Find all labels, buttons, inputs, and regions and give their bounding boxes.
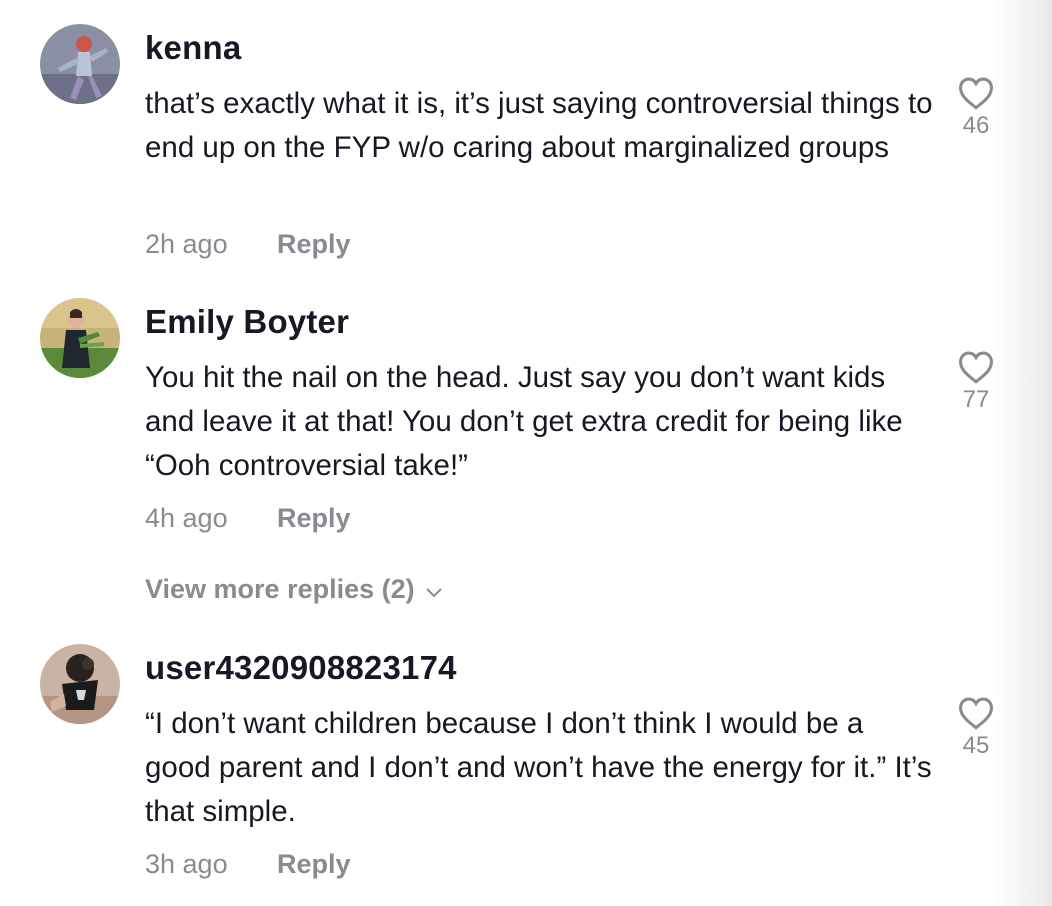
comment-text: that’s exactly what it is, it’s just say… xyxy=(145,87,933,164)
username[interactable]: kenna xyxy=(145,29,241,67)
avatar[interactable] xyxy=(40,298,120,378)
heart-outline-icon xyxy=(958,697,994,730)
like-count: 77 xyxy=(962,386,990,413)
timestamp: 2h ago xyxy=(145,229,228,259)
comment-meta: 2h ago Reply xyxy=(145,229,351,260)
comment-text: You hit the nail on the head. Just say y… xyxy=(145,361,903,482)
view-more-replies-button[interactable]: View more replies (2) xyxy=(145,574,443,606)
timestamp: 4h ago xyxy=(145,503,228,533)
like-button[interactable]: 46 xyxy=(950,76,1002,140)
like-button[interactable]: 45 xyxy=(950,696,1002,760)
heart-outline-icon xyxy=(958,351,994,384)
reply-button[interactable]: Reply xyxy=(277,849,351,879)
comment-meta: 3h ago Reply xyxy=(145,849,351,880)
comment-meta: 4h ago Reply xyxy=(145,503,351,534)
avatar[interactable] xyxy=(40,24,120,104)
view-more-replies-label: View more replies (2) xyxy=(145,574,415,604)
reply-button[interactable]: Reply xyxy=(277,503,351,533)
reply-button[interactable]: Reply xyxy=(277,229,351,259)
chevron-down-icon xyxy=(425,575,443,606)
like-button[interactable]: 77 xyxy=(950,350,1002,414)
username[interactable]: user4320908823174 xyxy=(145,649,457,687)
like-count: 45 xyxy=(962,732,990,759)
like-count: 46 xyxy=(962,112,990,139)
heart-outline-icon xyxy=(958,77,994,110)
timestamp: 3h ago xyxy=(145,849,228,879)
comment-text: “I don’t want children because I don’t t… xyxy=(145,707,932,828)
avatar[interactable] xyxy=(40,644,120,724)
username[interactable]: Emily Boyter xyxy=(145,303,349,341)
